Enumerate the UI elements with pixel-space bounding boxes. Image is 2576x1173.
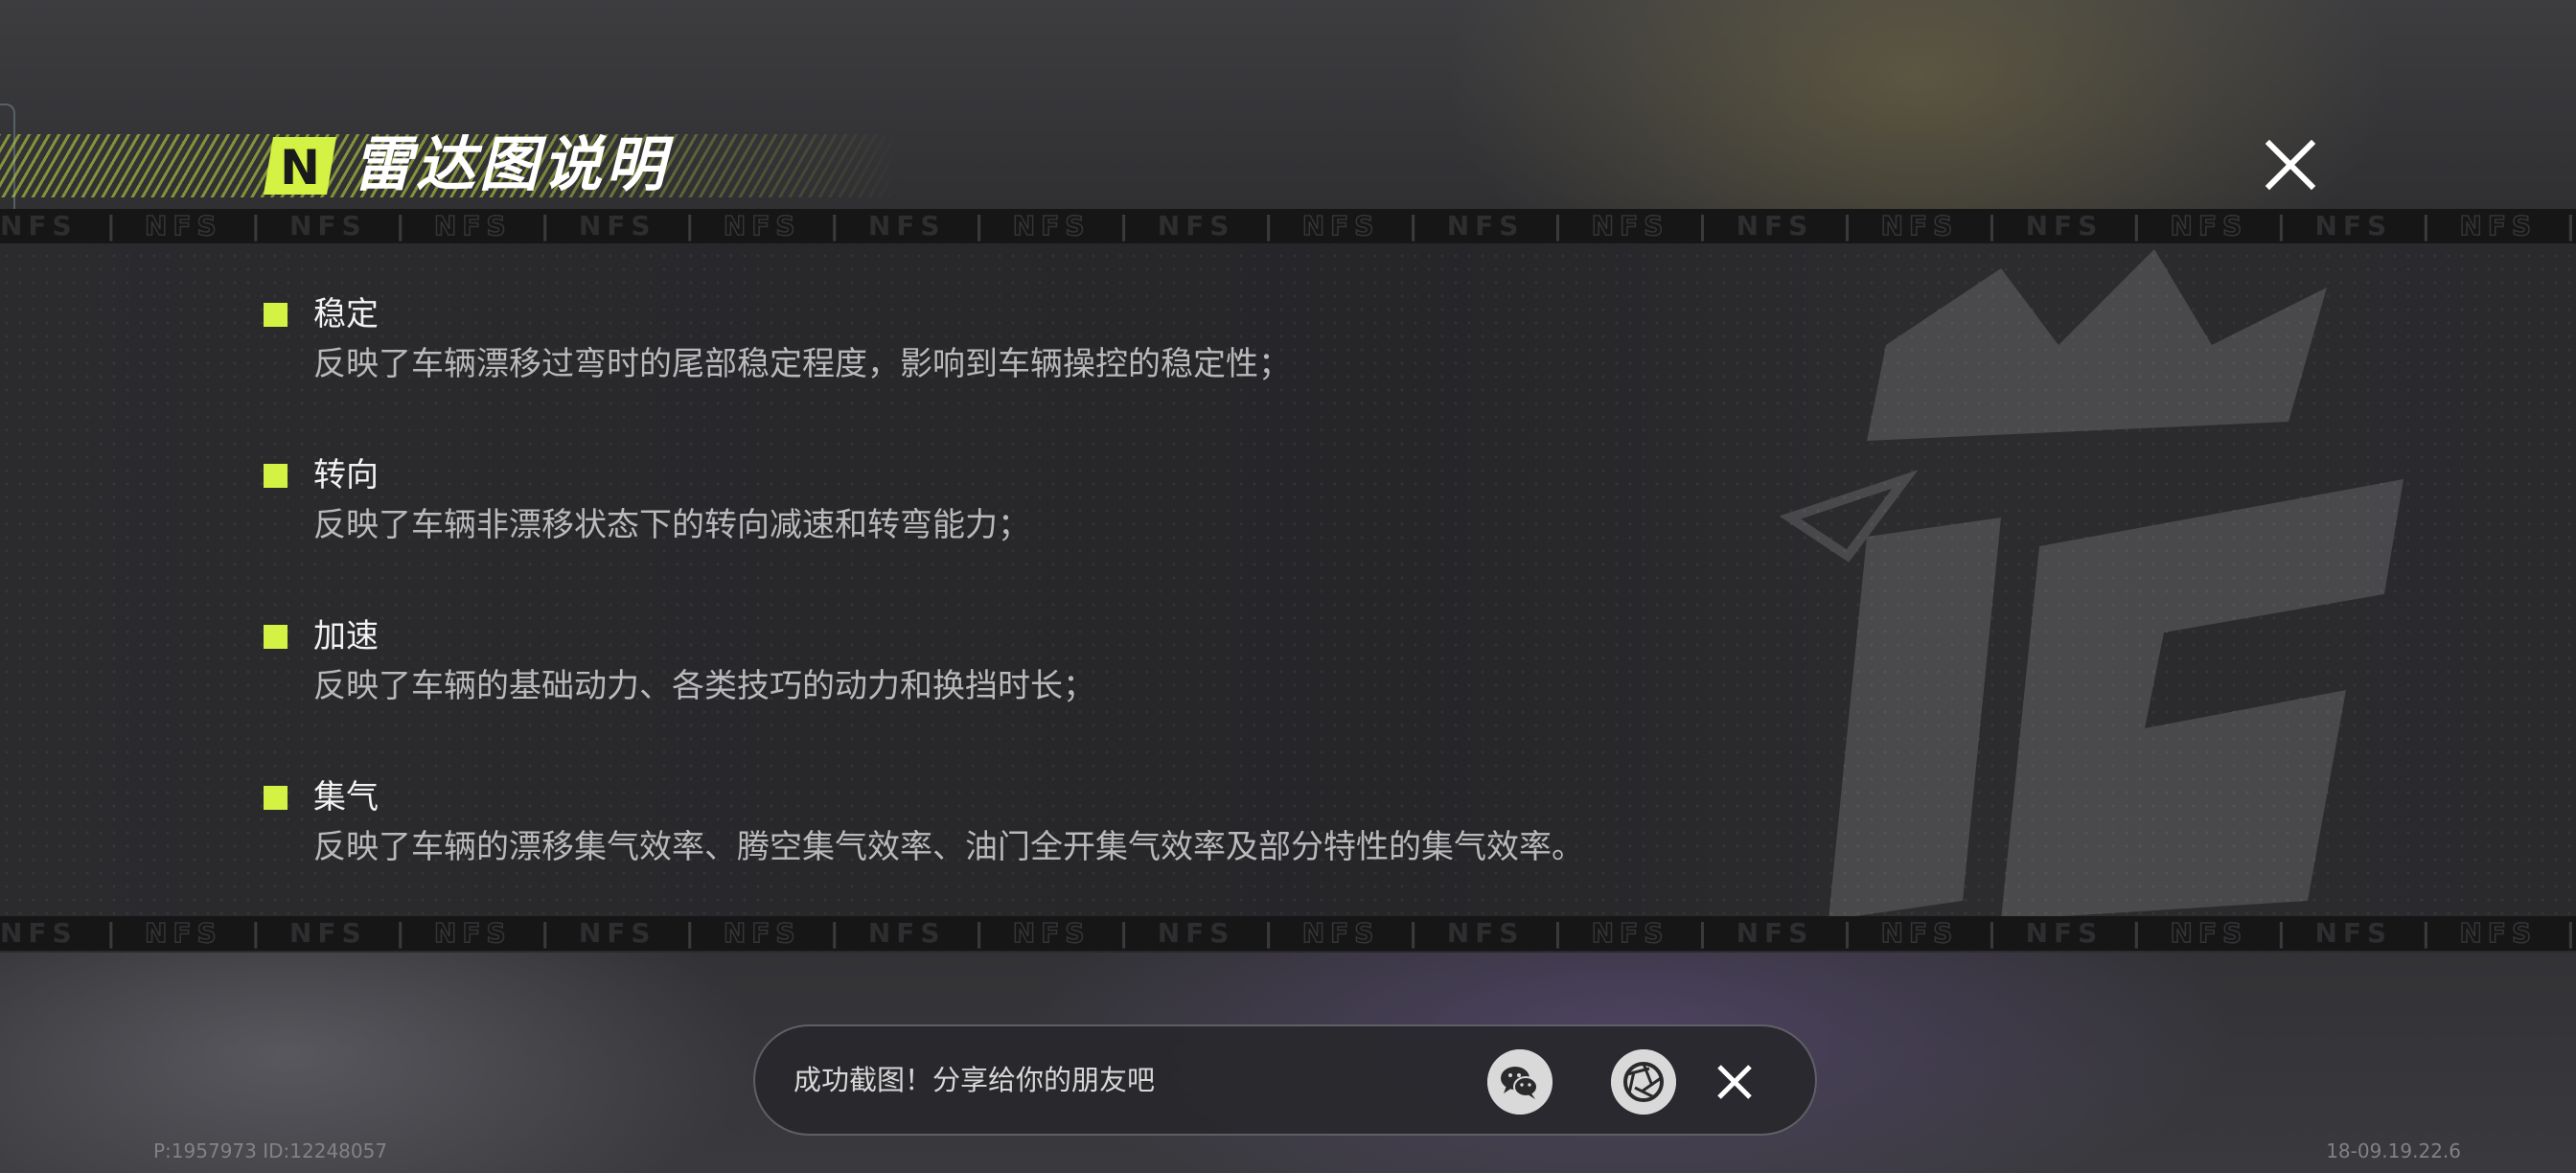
nfs-decor-text: NFS	[1446, 917, 1525, 949]
close-dialog-button[interactable]	[2264, 138, 2317, 192]
nfs-decor-divider: |	[974, 917, 984, 949]
nfs-decor-text-outline: NFS	[1880, 209, 1959, 242]
nfs-decor-text: NFS	[288, 917, 367, 949]
nfs-decor-strip-bottom: NFS | NFS | NFS | NFS | NFS | NFS | NFS | NFS | NFS | NFS |…	[0, 916, 2576, 951]
item-heading: 加速	[313, 617, 379, 656]
nfs-decor-text: NFS	[867, 210, 946, 242]
nfs-decor-text: NFS	[1736, 917, 1814, 949]
nfs-decor-divider: |	[1408, 210, 1418, 242]
nfs-decor-divider: |	[1987, 917, 1997, 949]
nfs-decor-strip-top: NFS | NFS | NFS | NFS | NFS | NFS | NFS | NFS | NFS | NFS |…	[0, 209, 2576, 243]
nfs-decor-text: NFS	[2025, 917, 2104, 949]
nfs-decor-text: NFS	[2025, 210, 2104, 242]
nfs-decor-divider: |	[2565, 917, 2576, 949]
nfs-decor-divider: |	[2131, 917, 2142, 949]
nfs-decor-divider: |	[540, 210, 550, 242]
nfs-decor-divider: |	[684, 210, 695, 242]
bullet-square-icon	[264, 786, 288, 810]
nfs-decor-text-outline: NFS	[2170, 209, 2248, 242]
nfs-decor-text: NFS	[578, 210, 656, 242]
nfs-decor-divider: |	[2421, 210, 2431, 242]
svg-text:N: N	[280, 140, 320, 195]
nfs-decor-divider: |	[974, 210, 984, 242]
nfs-decor-text-outline: NFS	[1880, 916, 1959, 950]
nfs-decor-text-outline: NFS	[1012, 209, 1091, 242]
item-heading: 稳定	[313, 295, 379, 334]
nfs-decor-divider: |	[105, 917, 116, 949]
nfs-decor-divider: |	[2276, 210, 2287, 242]
nfs-decor-divider: |	[1263, 917, 1274, 949]
item-description: 反映了车辆的漂移集气效率、腾空集气效率、油门全开集气效率及部分特性的集气效率。	[313, 828, 1584, 866]
footer-version: 18-09.19.22.6	[2326, 1139, 2461, 1162]
nfs-decor-text: NFS	[0, 210, 78, 242]
nfs-decor-divider: |	[1263, 210, 1274, 242]
item-heading: 转向	[313, 456, 379, 494]
nfs-decor-text-outline: NFS	[2459, 916, 2538, 950]
nfs-decor-divider: |	[1118, 210, 1129, 242]
nfs-decor-divider: |	[829, 917, 840, 949]
camera-shutter-icon[interactable]	[1611, 1049, 1676, 1115]
nfs-decor-divider: |	[395, 210, 405, 242]
footer-player-info: P:1957973 ID:12248057	[153, 1139, 388, 1162]
nfs-decor-divider: |	[2131, 210, 2142, 242]
wechat-share-icon[interactable]	[1487, 1049, 1552, 1115]
nfs-decor-divider: |	[1697, 210, 1708, 242]
nfs-decor-divider: |	[1408, 917, 1418, 949]
nfs-decor-text-outline: NFS	[2170, 916, 2248, 950]
nfs-decor-divider: |	[1552, 917, 1563, 949]
dialog-title: 雷达图说明	[353, 129, 670, 199]
nfs-decor-divider: |	[105, 210, 116, 242]
nfs-decor-text-outline: NFS	[2459, 209, 2538, 242]
item-description: 反映了车辆漂移过弯时的尾部稳定程度，影响到车辆操控的稳定性；	[313, 345, 1291, 383]
nfs-decor-divider: |	[250, 917, 261, 949]
nfs-decor-text: NFS	[288, 210, 367, 242]
item-description: 反映了车辆非漂移状态下的转向减速和转弯能力；	[313, 506, 1030, 544]
nfs-decor-text-outline: NFS	[144, 916, 222, 950]
nfs-decor-text-outline: NFS	[433, 209, 512, 242]
nfs-decor-text: NFS	[1736, 210, 1814, 242]
nfs-decor-divider: |	[540, 917, 550, 949]
nfs-decor-text: NFS	[2314, 917, 2393, 949]
nfs-decor-text-outline: NFS	[1012, 916, 1091, 950]
nfs-decor-text-outline: NFS	[144, 209, 222, 242]
nfs-decor-divider: |	[829, 210, 840, 242]
nfs-decor-text: NFS	[1157, 917, 1235, 949]
item-heading: 集气	[313, 778, 379, 816]
nfs-decor-text-outline: NFS	[1591, 916, 1669, 950]
nfs-decor-text: NFS	[867, 917, 946, 949]
background-watermark-graphic	[1779, 249, 2404, 920]
nfs-decor-divider: |	[1842, 917, 1852, 949]
toast-message: 成功截图！分享给你的朋友吧	[794, 1064, 1156, 1096]
nfs-decor-divider: |	[250, 210, 261, 242]
nfs-decor-divider: |	[1118, 917, 1129, 949]
nfs-decor-text: NFS	[578, 917, 656, 949]
nfs-decor-text-outline: NFS	[723, 209, 801, 242]
n-logo-icon: N	[264, 137, 336, 195]
nfs-decor-text: NFS	[2314, 210, 2393, 242]
bullet-square-icon	[264, 464, 288, 488]
nfs-decor-divider: |	[2565, 210, 2576, 242]
item-description: 反映了车辆的基础动力、各类技巧的动力和换挡时长；	[313, 667, 1095, 705]
nfs-decor-divider: |	[1697, 917, 1708, 949]
screen: NFS | NFS | NFS | NFS | NFS | NFS | NFS | NFS | NFS | NFS |…	[0, 0, 2576, 1173]
nfs-decor-divider: |	[1552, 210, 1563, 242]
nfs-decor-divider: |	[1842, 210, 1852, 242]
nfs-decor-divider: |	[684, 917, 695, 949]
nfs-decor-text-outline: NFS	[1591, 209, 1669, 242]
nfs-decor-text: NFS	[1157, 210, 1235, 242]
nfs-decor-divider: |	[2421, 917, 2431, 949]
nfs-decor-text-outline: NFS	[1301, 209, 1380, 242]
bullet-square-icon	[264, 303, 288, 327]
nfs-decor-divider: |	[395, 917, 405, 949]
screenshot-toast: 成功截图！分享给你的朋友吧	[753, 1024, 1817, 1136]
nfs-decor-divider: |	[1987, 210, 1997, 242]
nfs-decor-text: NFS	[1446, 210, 1525, 242]
nfs-decor-text: NFS	[0, 917, 78, 949]
nfs-decor-text-outline: NFS	[433, 916, 512, 950]
nfs-decor-text-outline: NFS	[1301, 916, 1380, 950]
nfs-decor-divider: |	[2276, 917, 2287, 949]
nfs-decor-text-outline: NFS	[723, 916, 801, 950]
close-icon[interactable]	[1714, 1061, 1756, 1103]
bullet-square-icon	[264, 625, 288, 649]
